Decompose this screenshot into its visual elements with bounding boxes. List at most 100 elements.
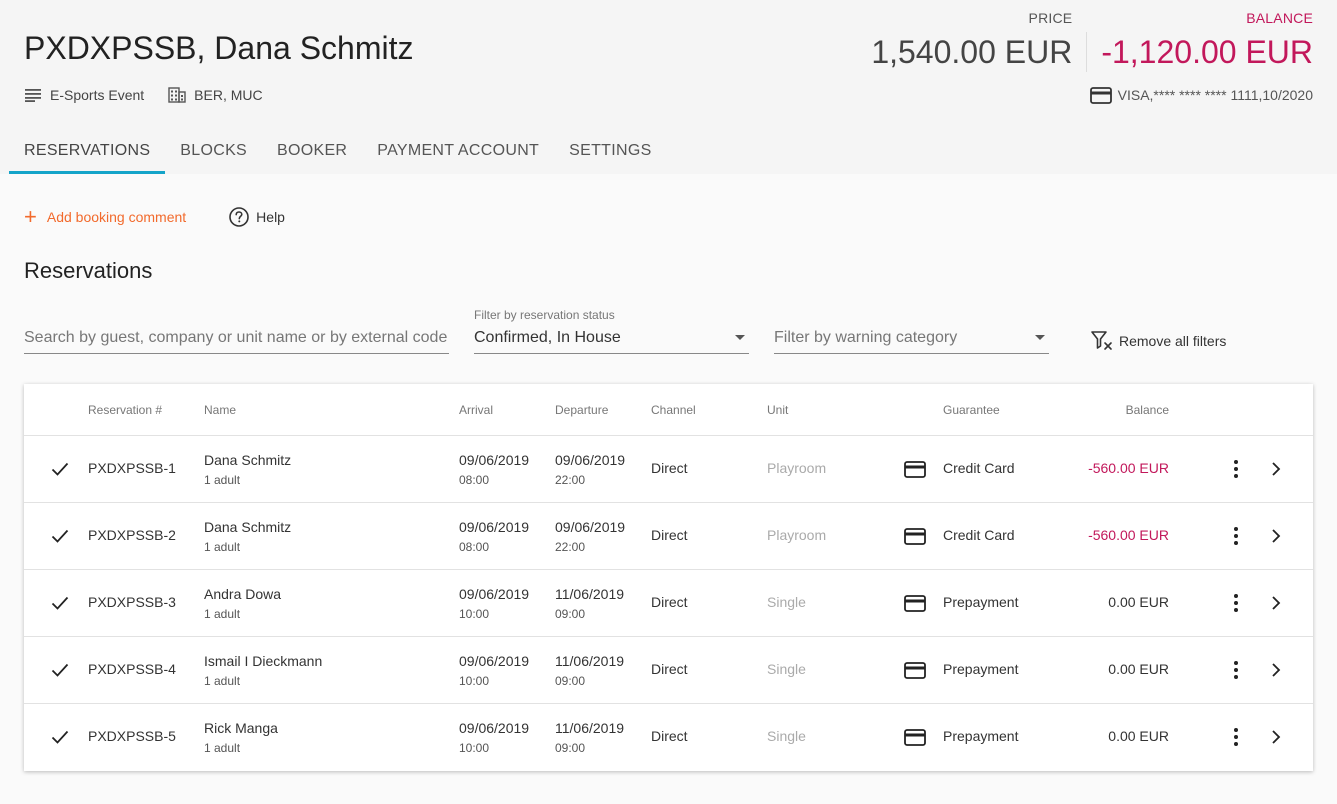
- event-label: E-Sports Event: [50, 87, 145, 103]
- tab-blocks[interactable]: BLOCKS: [165, 128, 262, 174]
- more-options-icon[interactable]: [1226, 525, 1246, 547]
- arrival-date: 09/06/2019: [459, 519, 530, 535]
- guest-count: 1 adult: [204, 607, 241, 621]
- status-filter-label: Filter by reservation status: [474, 308, 615, 322]
- card-info-text: VISA,**** **** **** 1111,10/2020: [1117, 87, 1313, 103]
- filter-remove-icon: [1091, 331, 1112, 350]
- page-title: PXDXPSSB, Dana Schmitz: [24, 30, 414, 66]
- channel: Direct: [651, 527, 688, 543]
- credit-card-icon: [904, 729, 926, 746]
- channel: Direct: [651, 594, 688, 610]
- balance-label: BALANCE: [1246, 10, 1313, 26]
- tab-payment-account[interactable]: PAYMENT ACCOUNT: [362, 128, 554, 174]
- column-header-balance[interactable]: Balance: [1126, 403, 1169, 417]
- guest-count: 1 adult: [204, 540, 241, 554]
- unit: Playroom: [767, 527, 827, 543]
- help-button[interactable]: Help: [228, 206, 285, 228]
- price-block: PRICE 1,540.00 EUR: [871, 10, 1072, 71]
- credit-card-icon: [904, 595, 926, 612]
- column-header-guarantee[interactable]: Guarantee: [943, 403, 1000, 417]
- table-row[interactable]: PXDXPSSB-4 Ismail I Dieckmann 1 adult 09…: [24, 637, 1313, 704]
- departure-date: 09/06/2019: [555, 519, 626, 535]
- price-label: PRICE: [1028, 10, 1073, 26]
- chevron-right-icon[interactable]: [1269, 595, 1283, 611]
- tab-booker[interactable]: BOOKER: [262, 128, 362, 174]
- departure-time: 09:00: [555, 674, 586, 688]
- guest-name: Dana Schmitz: [204, 452, 292, 468]
- chevron-right-icon[interactable]: [1269, 662, 1283, 678]
- unit: Playroom: [767, 460, 827, 476]
- reservations-table: Reservation # Name Arrival Departure Cha…: [24, 384, 1313, 771]
- arrival-time: 10:00: [459, 607, 490, 621]
- credit-card-icon: [1089, 86, 1112, 104]
- checkmark-icon: [51, 596, 69, 610]
- chevron-right-icon[interactable]: [1269, 528, 1283, 544]
- table-row[interactable]: PXDXPSSB-2 Dana Schmitz 1 adult 09/06/20…: [24, 503, 1313, 570]
- tab-reservations[interactable]: RESERVATIONS: [9, 128, 166, 174]
- table-row[interactable]: PXDXPSSB-5 Rick Manga 1 adult 09/06/2019…: [24, 704, 1313, 771]
- balance: 0.00 EUR: [1108, 661, 1169, 677]
- column-header-arrival[interactable]: Arrival: [459, 403, 493, 417]
- section-title: Reservations: [24, 258, 153, 283]
- tab-settings[interactable]: SETTINGS: [554, 128, 666, 174]
- more-options-icon[interactable]: [1226, 458, 1246, 480]
- departure-time: 09:00: [555, 607, 586, 621]
- credit-card-icon: [904, 461, 926, 478]
- reservation-id[interactable]: PXDXPSSB-5: [88, 728, 176, 744]
- checkmark-icon: [51, 730, 69, 744]
- more-options-icon[interactable]: [1226, 659, 1246, 681]
- chevron-right-icon[interactable]: [1269, 461, 1283, 477]
- payment-card-info: VISA,**** **** **** 1111,10/2020: [1089, 85, 1313, 105]
- location-label: BER, MUC: [194, 87, 263, 103]
- reservation-id[interactable]: PXDXPSSB-3: [88, 594, 176, 610]
- guarantee: Credit Card: [943, 527, 1015, 543]
- arrival-time: 08:00: [459, 473, 490, 487]
- departure-date: 11/06/2019: [555, 720, 625, 736]
- balance: -560.00 EUR: [1088, 460, 1169, 476]
- unit: Single: [767, 728, 806, 744]
- credit-card-icon: [904, 662, 926, 679]
- column-header-departure[interactable]: Departure: [555, 403, 608, 417]
- channel: Direct: [651, 728, 688, 744]
- column-header-unit[interactable]: Unit: [767, 403, 788, 417]
- channel: Direct: [651, 661, 688, 677]
- caret-down-icon: [1035, 335, 1045, 340]
- guest-name: Rick Manga: [204, 720, 278, 736]
- reservation-id[interactable]: PXDXPSSB-1: [88, 460, 176, 476]
- reservation-id[interactable]: PXDXPSSB-2: [88, 527, 176, 543]
- add-booking-comment-button[interactable]: + Add booking comment: [24, 206, 187, 228]
- unit: Single: [767, 594, 806, 610]
- departure-date: 09/06/2019: [555, 452, 626, 468]
- guarantee: Prepayment: [943, 728, 1019, 744]
- search-input[interactable]: [24, 328, 449, 347]
- arrival-date: 09/06/2019: [459, 653, 530, 669]
- guest-name: Ismail I Dieckmann: [204, 653, 323, 669]
- more-options-icon[interactable]: [1226, 726, 1246, 748]
- guarantee: Prepayment: [943, 661, 1019, 677]
- table-row[interactable]: PXDXPSSB-1 Dana Schmitz 1 adult 09/06/20…: [24, 436, 1313, 503]
- guest-name: Andra Dowa: [204, 586, 282, 602]
- guest-name: Dana Schmitz: [204, 519, 292, 535]
- booking-header: PXDXPSSB, Dana Schmitz E-Sports Event BE…: [0, 0, 1337, 174]
- location-info: BER, MUC: [168, 87, 263, 103]
- building-icon: [168, 87, 186, 103]
- reservation-id[interactable]: PXDXPSSB-4: [88, 661, 176, 677]
- departure-time: 09:00: [555, 741, 586, 755]
- remove-all-filters-button[interactable]: Remove all filters: [1090, 330, 1226, 352]
- balance-value: -1,120.00 EUR: [1101, 34, 1313, 70]
- help-icon: [229, 207, 249, 227]
- add-comment-label: Add booking comment: [46, 209, 187, 225]
- departure-time: 22:00: [555, 540, 586, 554]
- arrival-time: 10:00: [459, 674, 490, 688]
- column-header-reservation[interactable]: Reservation #: [88, 403, 162, 417]
- arrival-date: 09/06/2019: [459, 452, 530, 468]
- warning-filter-select[interactable]: Filter by warning category: [774, 322, 1049, 354]
- more-options-icon[interactable]: [1226, 592, 1246, 614]
- column-header-channel[interactable]: Channel: [651, 403, 696, 417]
- departure-date: 11/06/2019: [555, 586, 625, 602]
- column-header-name[interactable]: Name: [204, 403, 236, 417]
- table-row[interactable]: PXDXPSSB-3 Andra Dowa 1 adult 09/06/2019…: [24, 570, 1313, 637]
- chevron-right-icon[interactable]: [1269, 729, 1283, 745]
- status-filter-select[interactable]: Confirmed, In House: [474, 322, 749, 354]
- departure-date: 11/06/2019: [555, 653, 625, 669]
